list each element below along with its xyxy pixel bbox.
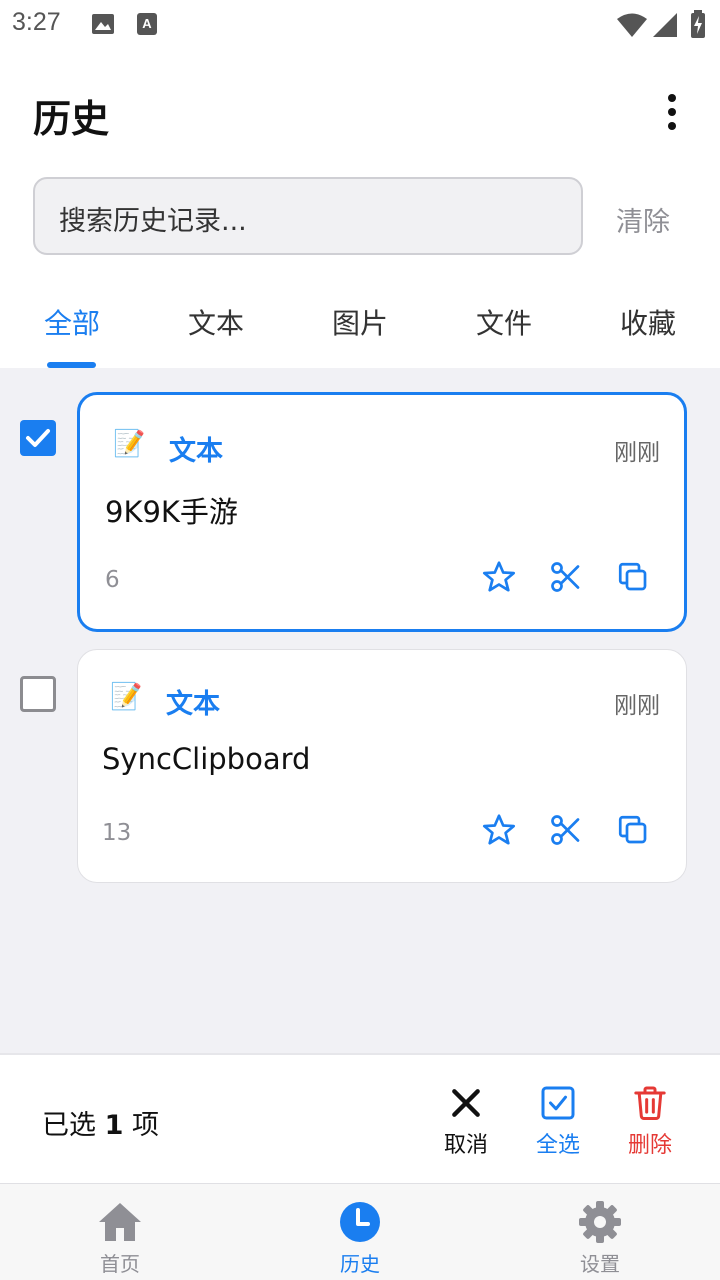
select-all-label: 全选 [535,1133,580,1158]
search-input[interactable]: 搜索历史记录... [33,177,583,255]
nav-label-history: 历史 [340,1252,380,1276]
trash-icon [634,1086,666,1120]
app-header: 历史 [0,50,720,168]
tab-files[interactable]: 文件 [476,302,532,342]
checkbox-checked-icon [541,1086,575,1120]
tab-text[interactable]: 文本 [188,302,244,342]
memo-icon: 📝 [113,429,146,459]
more-dot-icon [668,94,676,102]
nav-item-history[interactable]: 历史 [300,1198,420,1277]
search-placeholder: 搜索历史记录... [59,206,247,237]
cut-scissors-icon[interactable] [548,812,584,848]
cancel-label: 取消 [443,1133,488,1158]
delete-button[interactable]: 删除 [610,1083,690,1163]
battery-charging-icon [691,10,705,38]
nav-item-home[interactable]: 首页 [60,1198,180,1277]
tab-images[interactable]: 图片 [332,302,388,342]
more-options-button[interactable] [652,88,692,136]
clipboard-item-card[interactable]: 📝 文本 刚刚 9K9K手游 6 [77,392,687,632]
selected-count: 1 [104,1110,124,1141]
status-bar: 3:27 A [0,0,720,50]
image-notification-icon [92,14,114,34]
more-dot-icon [668,108,676,116]
tab-favorites[interactable]: 收藏 [620,302,676,342]
checkmark-icon [26,429,50,447]
copy-icon[interactable] [615,812,651,848]
clear-button[interactable]: 清除 [616,200,670,239]
item-content: 9K9K手游 [105,495,238,529]
more-dot-icon [668,122,676,130]
memo-icon: 📝 [110,682,143,712]
nav-item-settings[interactable]: 设置 [540,1198,660,1277]
select-all-button[interactable]: 全选 [518,1083,598,1163]
gear-icon [579,1201,621,1243]
bottom-navigation: 首页 历史 设置 [0,1183,720,1280]
selected-count-text: 已选 1 项 [42,1103,159,1142]
cancel-button[interactable]: 取消 [426,1083,506,1163]
favorite-star-icon[interactable] [481,812,517,848]
item-char-count: 13 [102,820,132,846]
item-checkbox[interactable] [20,420,56,456]
close-icon [452,1089,480,1117]
nav-label-settings: 设置 [580,1252,620,1276]
clock-icon [340,1202,380,1242]
cell-signal-icon [653,13,677,37]
wifi-icon [617,13,647,37]
history-list: 📝 文本 刚刚 9K9K手游 6 📝 文本 刚刚 SyncClipboard 1… [0,368,720,1053]
item-content: SyncClipboard [102,742,311,776]
svg-text:A: A [142,16,152,31]
page-title: 历史 [33,97,110,141]
item-time: 刚刚 [614,693,660,719]
filter-tabs: 全部 文本 图片 文件 收藏 [0,280,720,368]
delete-label: 删除 [627,1133,672,1158]
status-time: 3:27 [12,8,61,36]
item-type-label: 文本 [166,689,220,720]
tab-all[interactable]: 全部 [44,302,100,342]
cut-scissors-icon[interactable] [548,559,584,595]
accessibility-notification-icon: A [137,13,157,35]
item-checkbox[interactable] [20,676,56,712]
clipboard-item-card[interactable]: 📝 文本 刚刚 SyncClipboard 13 [77,649,687,883]
item-type-label: 文本 [169,436,223,467]
selected-suffix: 项 [131,1110,159,1141]
item-time: 刚刚 [614,440,660,466]
home-icon [99,1203,141,1241]
favorite-star-icon[interactable] [481,559,517,595]
selected-prefix: 已选 [42,1110,96,1141]
item-char-count: 6 [105,567,120,593]
copy-icon[interactable] [615,559,651,595]
selection-action-bar: 已选 1 项 取消 全选 删除 [0,1053,720,1183]
nav-label-home: 首页 [100,1252,140,1276]
